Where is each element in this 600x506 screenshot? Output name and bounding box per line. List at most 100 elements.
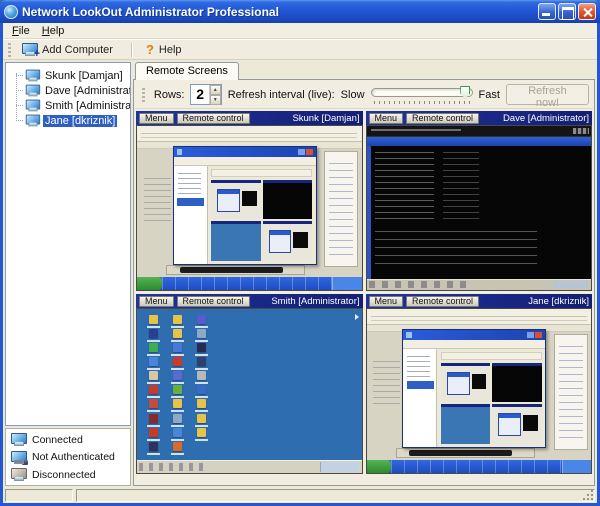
nested-mini-screen [441, 363, 490, 403]
not-authenticated-icon [11, 451, 26, 464]
desktop-icon [173, 343, 182, 352]
desktop-icon [173, 315, 182, 324]
taskbar-buttons [391, 460, 562, 473]
maximize-button[interactable] [558, 3, 576, 20]
menu-file[interactable]: File [7, 24, 35, 38]
add-computer-button[interactable]: + Add Computer [18, 41, 121, 58]
remote-screen-header: Menu Remote control Skunk [Damjan] [136, 111, 363, 125]
remote-screens-grid: Menu Remote control Skunk [Damjan] [135, 109, 593, 485]
status-cell-left [5, 489, 73, 502]
spinner-down-icon[interactable]: ▼ [210, 95, 221, 105]
start-button [137, 277, 162, 290]
remote-control-button[interactable]: Remote control [406, 113, 479, 124]
tree-item-jane[interactable]: Jane [dkriznik] [6, 113, 130, 128]
nested-selection [177, 198, 204, 206]
remote-screen-panel-jane: Menu Remote control Jane [dkriznik] [366, 294, 593, 474]
remote-screen-thumbnail[interactable] [366, 125, 593, 291]
remote-screens-panel: Rows: 2 ▲ ▼ Refresh interval (live): Slo… [133, 79, 595, 486]
background-app-toolbar [367, 309, 592, 325]
remote-control-button[interactable]: Remote control [177, 296, 250, 307]
nested-title-bar [174, 147, 316, 158]
desktop-icon [197, 343, 206, 352]
nested-controls-row [211, 169, 312, 177]
remote-desktop-icons-mockup [137, 309, 362, 473]
rows-spinner: 2 ▲ ▼ [190, 84, 221, 105]
tab-row: Remote Screens [133, 62, 595, 80]
desktop-icon [149, 343, 158, 352]
terminal-text-column [443, 152, 479, 224]
close-button[interactable] [578, 3, 596, 20]
desktop-icon-grid [141, 312, 213, 453]
menu-help[interactable]: Help [37, 24, 70, 38]
add-computer-icon: + [22, 43, 37, 56]
computer-icon [26, 100, 40, 112]
background-app-text [373, 361, 400, 407]
remote-control-button[interactable]: Remote control [177, 113, 250, 124]
minimize-button[interactable] [538, 3, 556, 20]
slider-thumb[interactable] [460, 86, 470, 99]
nested-lookout-window [402, 329, 546, 449]
tree-item-dave[interactable]: Dave [Administrator] [6, 83, 130, 98]
system-tray [332, 277, 361, 290]
rows-value[interactable]: 2 [191, 85, 208, 104]
legend-label: Connected [32, 434, 83, 446]
desktop-icon [197, 399, 206, 408]
terminal-left-border [367, 146, 371, 279]
disconnected-icon [11, 468, 26, 481]
tree-item-smith[interactable]: Smith [Administrator] [6, 98, 130, 113]
add-computer-label: Add Computer [42, 44, 113, 56]
remote-screen-thumbnail[interactable] [366, 308, 593, 474]
nested-controls-row [441, 352, 542, 360]
remote-control-button[interactable]: Remote control [406, 296, 479, 307]
taskbar-buttons [162, 277, 333, 290]
title-bar: Network LookOut Administrator Profession… [0, 0, 600, 23]
desktop-icon [197, 329, 206, 338]
menu-button[interactable]: Menu [139, 296, 174, 307]
controls-grip [142, 88, 145, 102]
question-mark-icon: ? [146, 44, 154, 56]
remote-screen-name: Skunk [Damjan] [292, 113, 359, 124]
slider-track[interactable] [371, 88, 473, 97]
legend-not-authenticated: Not Authenticated [11, 451, 125, 464]
legend-label: Not Authenticated [32, 451, 115, 463]
nested-menu-bar [403, 340, 545, 348]
nested-mini-screen [441, 404, 490, 444]
menu-button[interactable]: Menu [369, 113, 404, 124]
desktop-icon [149, 357, 158, 366]
remote-screen-header: Menu Remote control Jane [dkriznik] [366, 294, 593, 308]
body: Skunk [Damjan] Dave [Administrator] Smit… [3, 60, 597, 488]
terminal-text-rows [375, 231, 537, 264]
terminal-title-bar [367, 137, 592, 145]
remote-screen-thumbnail[interactable] [136, 308, 363, 474]
refresh-interval-slider[interactable] [371, 85, 473, 105]
refresh-now-button[interactable]: Refresh now! [506, 84, 589, 105]
taskbar [137, 277, 362, 290]
spinner-up-icon[interactable]: ▲ [210, 85, 221, 95]
computer-name: Skunk [Damjan] [43, 70, 125, 82]
remote-screen-header: Menu Remote control Smith [Administrator… [136, 294, 363, 308]
fast-label: Fast [479, 89, 500, 101]
nested-mini-screen [263, 180, 312, 220]
nested-body [174, 166, 316, 265]
menu-button[interactable]: Menu [139, 113, 174, 124]
remote-screen-panel-smith: Menu Remote control Smith [Administrator… [136, 294, 363, 474]
desktop-icon [197, 315, 206, 324]
terminal-text-column [375, 152, 433, 224]
tree-item-skunk[interactable]: Skunk [Damjan] [6, 68, 130, 83]
remote-terminal-mockup [367, 126, 592, 290]
background-app-sidebar [324, 151, 358, 267]
tab-remote-screens[interactable]: Remote Screens [135, 62, 239, 80]
status-bar [3, 488, 597, 503]
toolbar: + Add Computer ? Help [3, 39, 597, 60]
desktop-icon [197, 414, 206, 423]
remote-screen-thumbnail[interactable] [136, 125, 363, 291]
nested-tree-panel [403, 349, 437, 448]
desktop-icon [173, 414, 182, 423]
nested-mini-screen [211, 180, 260, 220]
window-title: Network LookOut Administrator Profession… [22, 5, 534, 19]
remote-screen-name: Jane [dkriznik] [528, 296, 589, 307]
nested-mini-screen [492, 363, 541, 403]
menu-button[interactable]: Menu [369, 296, 404, 307]
toolbar-help-button[interactable]: ? Help [142, 42, 190, 58]
background-app-text [144, 178, 171, 224]
